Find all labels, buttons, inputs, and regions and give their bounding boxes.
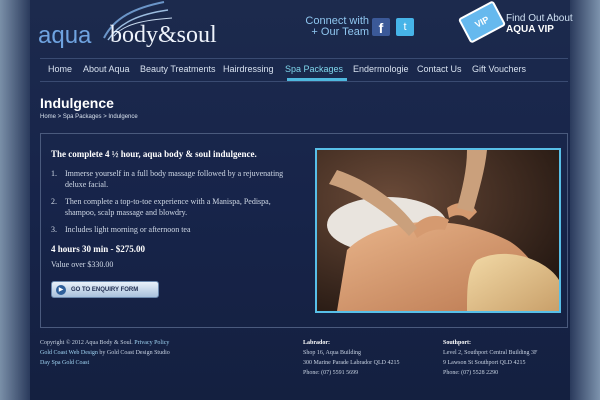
day-spa-link[interactable]: Day Spa Gold Coast (40, 360, 89, 366)
enquiry-form-button[interactable]: ▶ GO TO ENQUIRY FORM (51, 281, 159, 298)
southport-phone: Phone: (07) 5528 2290 (443, 370, 499, 376)
connect-line2: + Our Team (311, 26, 369, 38)
nav-item-hairdressing[interactable]: Hairdressing (223, 64, 274, 74)
web-design-by-text: by Gold Coast Design Studio (99, 350, 170, 356)
package-lead: The complete 4 ½ hour, aqua body & soul … (51, 149, 257, 159)
massage-photo (315, 148, 561, 313)
arrow-right-icon: ▶ (56, 284, 66, 295)
footer-col-labrador: Labrador: Shop 16, Aqua Building 300 Mar… (303, 338, 399, 378)
enquiry-button-label: GO TO ENQUIRY FORM (71, 286, 139, 293)
list-item-number: 2. (51, 197, 57, 206)
nav-item-beauty-treatments[interactable]: Beauty Treatments (140, 64, 216, 74)
list-item-text: Then complete a top-to-toe experience wi… (65, 197, 271, 217)
vip-tag-icon[interactable]: VIP (457, 0, 507, 44)
labrador-phone: Phone: (07) 5591 5699 (303, 370, 359, 376)
logo-body-soul-text: body&soul (110, 22, 217, 48)
nav-item-gift-vouchers[interactable]: Gift Vouchers (472, 64, 526, 74)
twitter-icon[interactable]: t (396, 18, 414, 36)
package-price: 4 hours 30 min - $275.00 (51, 244, 146, 254)
footer-col-southport: Southport: Level 2, Southport Central Bu… (443, 338, 537, 378)
southport-address-line2: 9 Lawson St Southport QLD 4215 (443, 360, 526, 366)
list-item-number: 3. (51, 225, 57, 234)
facebook-icon[interactable]: f (372, 18, 390, 36)
vip-tag-label: VIP (473, 14, 491, 30)
list-item: 2. Then complete a top-to-toe experience… (51, 196, 291, 218)
web-design-link[interactable]: Gold Coast Web Design (40, 350, 98, 356)
main-nav: Home About Aqua Beauty Treatments Hairdr… (40, 58, 568, 82)
logo-aqua-text: aqua (38, 22, 92, 49)
page-title: Indulgence (40, 95, 114, 111)
nav-item-about-aqua[interactable]: About Aqua (83, 64, 130, 74)
list-item-number: 1. (51, 169, 57, 178)
package-content-box: The complete 4 ½ hour, aqua body & soul … (40, 133, 568, 328)
labrador-heading: Labrador: (303, 340, 330, 346)
nav-item-home[interactable]: Home (48, 64, 72, 74)
footer-col-left: Copyright © 2012 Aqua Body & Soul. Priva… (40, 338, 170, 368)
southport-heading: Southport: (443, 340, 472, 346)
nav-item-spa-packages[interactable]: Spa Packages (285, 64, 343, 74)
package-list: 1. Immerse yourself in a full body massa… (51, 168, 291, 241)
list-item: 3. Includes light morning or afternoon t… (51, 224, 291, 235)
connect-with-team[interactable]: Connect with + Our Team (303, 16, 369, 38)
list-item-text: Immerse yourself in a full body massage … (65, 169, 284, 189)
nav-active-indicator (287, 78, 347, 81)
footer-design-line: Gold Coast Web Design by Gold Coast Desi… (40, 348, 170, 358)
page-container: aqua body&soul Connect with + Our Team f… (30, 0, 573, 400)
labrador-address-line1: Shop 16, Aqua Building (303, 350, 362, 356)
privacy-policy-link[interactable]: Privacy Policy (134, 340, 169, 346)
nav-item-contact-us[interactable]: Contact Us (417, 64, 462, 74)
footer-copyright-line: Copyright © 2012 Aqua Body & Soul. Priva… (40, 338, 170, 348)
copyright-text: Copyright © 2012 Aqua Body & Soul. (40, 340, 133, 346)
breadcrumb[interactable]: Home > Spa Packages > Indulgence (40, 114, 138, 120)
labrador-address-line2: 300 Marine Parade Labrador QLD 4215 (303, 360, 400, 366)
vip-line1: Find Out About (506, 13, 573, 24)
list-item: 1. Immerse yourself in a full body massa… (51, 168, 291, 190)
nav-item-endermologie[interactable]: Endermologie (353, 64, 409, 74)
list-item-text: Includes light morning or afternoon tea (65, 225, 191, 234)
vip-link[interactable]: Find Out About AQUA VIP (506, 13, 573, 35)
massage-photo-illustration (317, 150, 559, 311)
package-value: Value over $330.00 (51, 260, 114, 269)
southport-address-line1: Level 2, Southport Central Building 3F (443, 350, 538, 356)
vip-line2: AQUA VIP (506, 24, 554, 35)
